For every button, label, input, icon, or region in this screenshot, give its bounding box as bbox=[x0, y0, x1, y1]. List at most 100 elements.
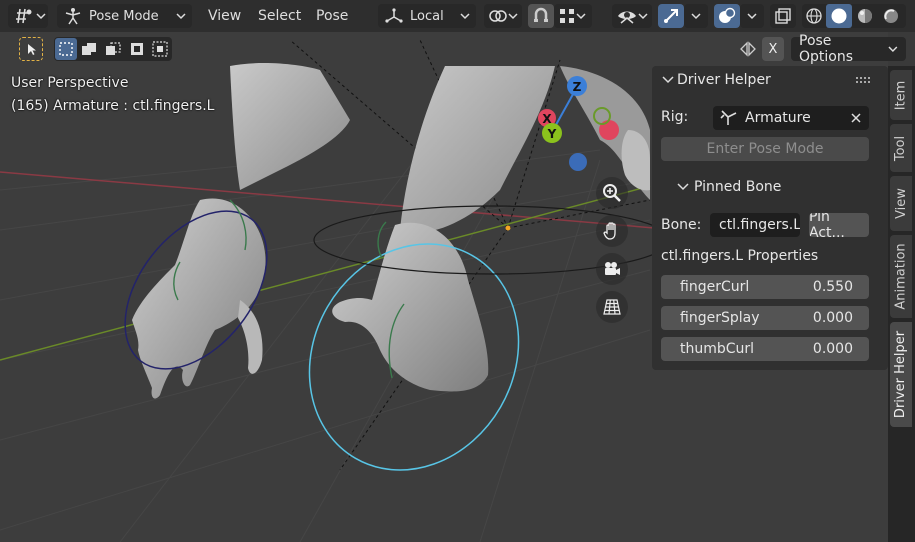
solid-icon bbox=[831, 8, 847, 24]
chevron-down-icon bbox=[508, 13, 518, 20]
transform-orientation-selector[interactable]: Local bbox=[378, 4, 476, 28]
rig-value: Armature bbox=[745, 110, 811, 126]
gizmo-icon bbox=[664, 9, 678, 23]
left-arm-mesh bbox=[230, 63, 350, 190]
gizmo-neg-z[interactable] bbox=[569, 153, 587, 171]
tool-settings-bar: X Pose Options bbox=[0, 32, 915, 66]
chevron-down-icon bbox=[176, 13, 186, 20]
grid-perspective-icon[interactable] bbox=[596, 291, 628, 323]
select-mode-intersect[interactable] bbox=[149, 38, 171, 60]
properties-title: ctl.fingers.L Properties bbox=[661, 248, 819, 264]
orientation-label: Local bbox=[410, 8, 444, 24]
mode-label: Pose Mode bbox=[89, 8, 159, 24]
mirror-toggle[interactable] bbox=[737, 37, 759, 61]
gizmo-dropdown[interactable] bbox=[684, 4, 708, 28]
sidebar-tabs: Item Tool View Animation Driver Helper bbox=[888, 66, 915, 542]
select-mode-new[interactable] bbox=[54, 38, 77, 60]
gizmo-toggle[interactable] bbox=[658, 4, 684, 28]
tab-animation[interactable]: Animation bbox=[890, 235, 912, 318]
property-value: 0.000 bbox=[812, 310, 853, 326]
snap-toggle[interactable] bbox=[528, 4, 554, 28]
select-mode-extend[interactable] bbox=[78, 38, 100, 60]
solid-shading-button[interactable] bbox=[826, 4, 852, 28]
select-mode-subtract[interactable] bbox=[102, 38, 124, 60]
tab-item[interactable]: Item bbox=[890, 70, 912, 120]
gizmo-neg-y[interactable] bbox=[593, 107, 611, 125]
property-value: 0.000 bbox=[812, 341, 853, 357]
material-shading-button[interactable] bbox=[852, 4, 878, 28]
navigation-gizmo[interactable]: Z X Y bbox=[530, 72, 630, 177]
rig-label: Rig: bbox=[661, 109, 689, 125]
tab-view[interactable]: View bbox=[890, 176, 912, 231]
y-axis-line bbox=[0, 185, 651, 361]
tab-label: Animation bbox=[893, 243, 909, 310]
property-name: fingerCurl bbox=[680, 279, 750, 295]
zoom-icon[interactable] bbox=[596, 177, 628, 209]
property-value: 0.550 bbox=[812, 279, 853, 295]
overlay-toggle[interactable] bbox=[714, 4, 740, 28]
snap-icon bbox=[534, 7, 548, 22]
select-tool-button[interactable] bbox=[19, 37, 43, 61]
select-extend-icon bbox=[82, 43, 97, 55]
pose-options-dropdown[interactable]: Pose Options bbox=[791, 33, 906, 65]
shading-modes bbox=[802, 4, 906, 28]
mirror-x-button[interactable]: X bbox=[762, 37, 784, 61]
pin-active-button[interactable]: Pin Act... bbox=[809, 213, 869, 237]
material-icon bbox=[858, 9, 872, 23]
mode-selector[interactable]: Pose Mode bbox=[57, 4, 192, 28]
rendered-shading-button[interactable] bbox=[878, 4, 904, 28]
overlay-dropdown[interactable] bbox=[740, 4, 764, 28]
visibility-selector[interactable] bbox=[612, 4, 652, 28]
pan-hand-icon[interactable] bbox=[596, 215, 628, 247]
select-subtract-icon bbox=[105, 42, 121, 55]
snap-target-selector[interactable] bbox=[554, 4, 592, 28]
viewport-header: Pose Mode View Select Pose Local bbox=[0, 0, 915, 32]
editor-type-selector[interactable] bbox=[8, 4, 48, 28]
menu-select[interactable]: Select bbox=[258, 6, 301, 26]
menu-pose[interactable]: Pose bbox=[316, 6, 348, 26]
gizmo-z-label: Z bbox=[573, 80, 582, 94]
armature-icon bbox=[720, 110, 737, 125]
pivot-selector[interactable] bbox=[484, 4, 522, 28]
property-name: fingerSplay bbox=[680, 310, 760, 326]
chevron-down-icon[interactable] bbox=[662, 75, 674, 85]
transform-orientation-icon bbox=[385, 8, 403, 23]
property-slider[interactable]: thumbCurl 0.000 bbox=[661, 337, 869, 361]
mirror-icon bbox=[740, 41, 756, 57]
select-invert-icon bbox=[130, 43, 143, 55]
wireframe-shading-button[interactable] bbox=[802, 4, 826, 28]
chevron-down-icon bbox=[691, 13, 701, 20]
chevron-down-icon[interactable] bbox=[677, 182, 689, 192]
tab-label: Item bbox=[893, 80, 909, 110]
wireframe-icon bbox=[806, 8, 822, 24]
perspective-label: User Perspective bbox=[11, 75, 129, 91]
xray-toggle[interactable] bbox=[770, 4, 796, 28]
bone-field[interactable]: ctl.fingers.L bbox=[710, 213, 800, 237]
pose-mode-icon bbox=[65, 8, 81, 25]
chevron-down-icon bbox=[36, 13, 46, 20]
select-tool-icon bbox=[28, 44, 36, 55]
select-box-mode-group bbox=[54, 37, 172, 61]
pivot-icon bbox=[489, 10, 507, 22]
menu-view[interactable]: View bbox=[208, 6, 241, 26]
close-icon[interactable] bbox=[850, 112, 862, 124]
tab-driver-helper[interactable]: Driver Helper bbox=[890, 322, 912, 427]
active-object-label: (165) Armature : ctl.fingers.L bbox=[11, 98, 215, 114]
property-slider[interactable]: fingerCurl 0.550 bbox=[661, 275, 869, 299]
panel-title[interactable]: Driver Helper bbox=[677, 72, 771, 88]
chevron-down-icon bbox=[638, 13, 648, 20]
camera-icon[interactable] bbox=[596, 253, 628, 285]
rig-field[interactable]: Armature bbox=[713, 106, 869, 130]
overlay-icon bbox=[719, 7, 736, 23]
bone-curve-4 bbox=[377, 221, 387, 259]
enter-pose-mode-button[interactable]: Enter Pose Mode bbox=[661, 137, 869, 161]
tab-tool[interactable]: Tool bbox=[890, 124, 912, 172]
pose-options-label: Pose Options bbox=[799, 33, 854, 65]
drag-handle-icon[interactable] bbox=[856, 77, 872, 85]
chevron-down-icon bbox=[888, 46, 898, 53]
property-slider[interactable]: fingerSplay 0.000 bbox=[661, 306, 869, 330]
select-mode-invert[interactable] bbox=[126, 38, 148, 60]
visibility-icon bbox=[618, 11, 636, 24]
xray-icon bbox=[775, 8, 791, 24]
pinned-bone-title[interactable]: Pinned Bone bbox=[694, 179, 781, 195]
